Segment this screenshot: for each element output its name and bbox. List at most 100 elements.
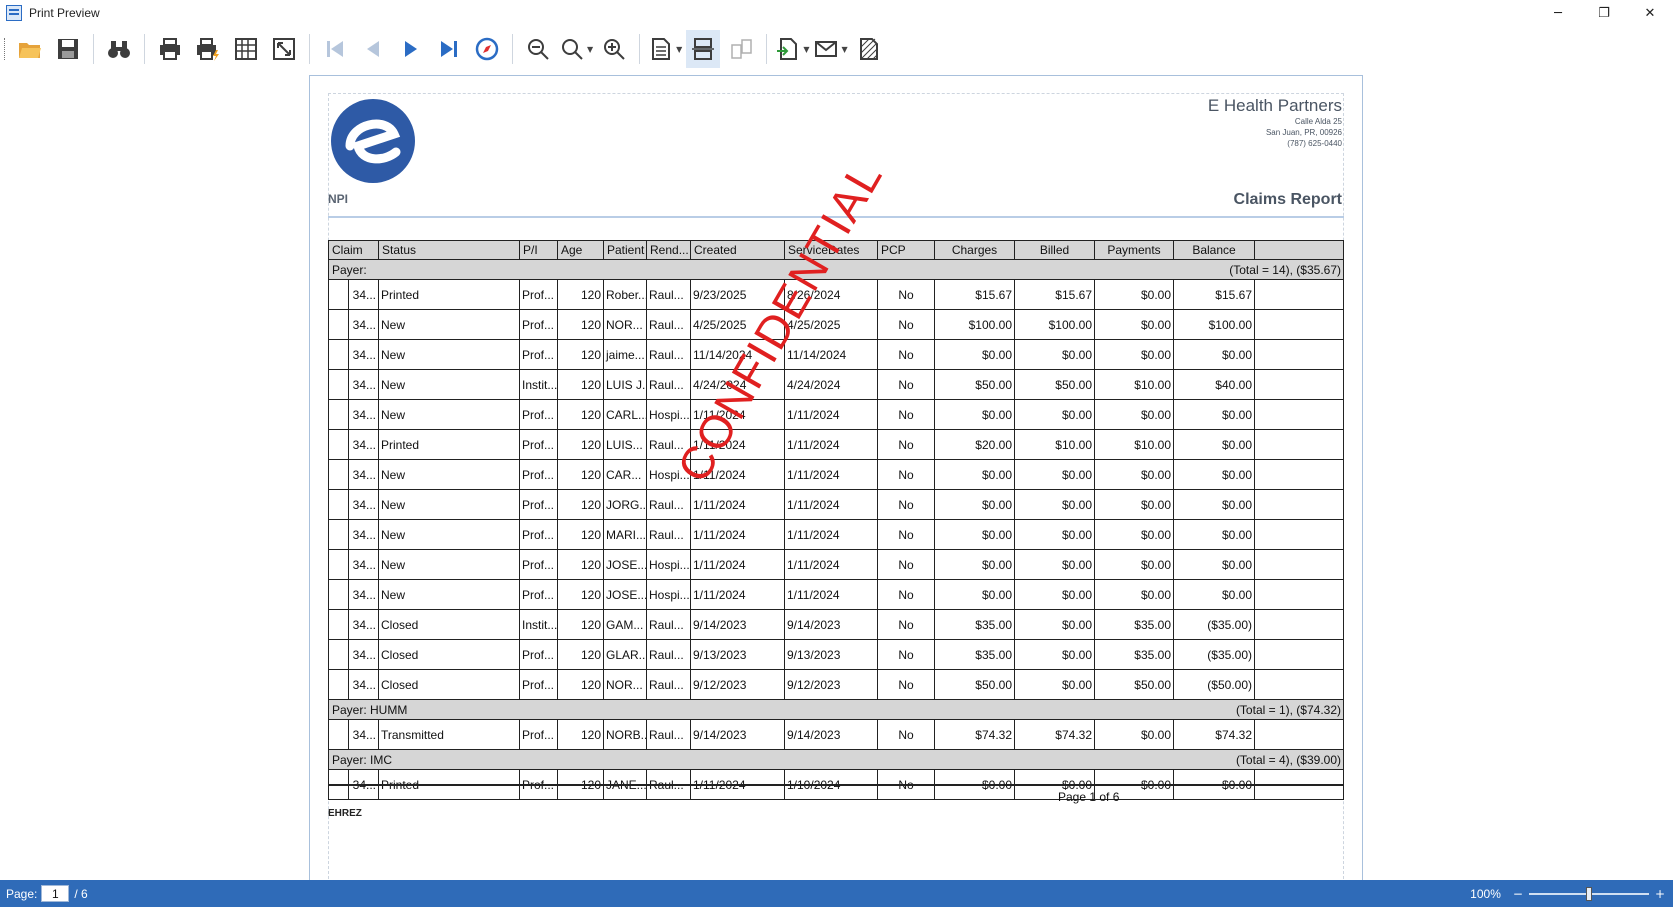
column-header: Patient (604, 241, 647, 259)
preview-viewport[interactable]: NPI E Health Partners Calle Alda 25 San … (0, 72, 1673, 885)
title-bar: Print Preview ─ ❐ ✕ (0, 0, 1673, 26)
multiple-pages-icon (731, 39, 753, 59)
last-page-icon (441, 41, 457, 57)
page-layout-button[interactable]: ▼ (648, 30, 682, 68)
table-cell: $20.00 (935, 430, 1015, 459)
table-cell: Prof... (520, 340, 558, 369)
minimize-button[interactable]: ─ (1535, 0, 1581, 26)
table-cell: $0.00 (1015, 340, 1095, 369)
table-cell: 120 (558, 520, 604, 549)
column-header: Charges (935, 241, 1015, 259)
toolbar-separator (766, 34, 768, 64)
zoom-in-icon[interactable]: + (1655, 887, 1665, 901)
table-cell: $40.00 (1174, 370, 1255, 399)
printer-icon (160, 38, 180, 60)
page-setup-button[interactable] (229, 30, 263, 68)
column-header: Payments (1095, 241, 1174, 259)
table-cell: Prof... (520, 640, 558, 669)
table-cell: CARL... (604, 400, 647, 429)
first-page-button[interactable] (318, 30, 352, 68)
last-page-button[interactable] (432, 30, 466, 68)
scale-button[interactable] (267, 30, 301, 68)
column-header: ServiceDates (785, 241, 878, 259)
table-row: 34... New Prof... 120 CARL... Hospi... 1/11/20… (328, 400, 1344, 430)
open-button[interactable] (13, 30, 47, 68)
previous-page-button[interactable] (356, 30, 390, 68)
table-cell: 9/14/2023 (785, 720, 878, 749)
table-cell: 120 (558, 310, 604, 339)
table-cell: 34... (349, 670, 379, 699)
navigation-button[interactable] (470, 30, 504, 68)
table-row: 34... New Prof... 120 NOR... Raul... 4/25/2025… (328, 310, 1344, 340)
table-row: 34...NewInstit...120LUIS J...Raul...4/24… (328, 370, 1344, 400)
table-cell: New (379, 460, 520, 489)
column-header-spacer (1255, 241, 1285, 259)
zoom-in-button[interactable] (597, 30, 631, 68)
table-cell: 34... (349, 580, 379, 609)
table-cell-spacer (1255, 640, 1285, 669)
table-cell: 1/11/2024 (691, 490, 785, 519)
table-cell: JOSE... (604, 580, 647, 609)
envelope-icon (815, 41, 838, 57)
continuous-view-button[interactable] (686, 30, 721, 68)
table-cell: $35.00 (935, 610, 1015, 639)
page-label: Page: (6, 886, 38, 901)
zoom-slider-thumb[interactable] (1585, 886, 1592, 901)
table-cell: $0.00 (1015, 400, 1095, 429)
row-indent (329, 720, 349, 749)
table-cell: No (878, 520, 935, 549)
watermark-button[interactable] (852, 30, 886, 68)
find-button[interactable] (102, 30, 136, 68)
table-cell-spacer (1255, 310, 1285, 339)
table-cell: 9/23/2025 (691, 280, 785, 309)
table-cell: $10.00 (1015, 430, 1095, 459)
table-cell: $0.00 (1095, 310, 1174, 339)
zoom-out-button[interactable] (521, 30, 555, 68)
row-indent (329, 640, 349, 669)
toolbar-separator (309, 34, 310, 64)
restore-button[interactable]: ❐ (1581, 0, 1627, 26)
table-cell-spacer (1255, 370, 1285, 399)
toolbar-grip[interactable] (4, 38, 7, 60)
multiple-pages-button[interactable] (724, 30, 758, 68)
print-button[interactable] (153, 30, 187, 68)
close-button[interactable]: ✕ (1627, 0, 1673, 26)
table-cell: Closed (379, 610, 520, 639)
toolbar-separator (93, 34, 94, 64)
next-page-button[interactable] (394, 30, 428, 68)
company-phone: (787) 625-0440 (1287, 139, 1342, 148)
footer-divider (328, 784, 1344, 786)
table-cell: No (878, 310, 935, 339)
quick-print-button[interactable] (191, 30, 225, 68)
group-total: (Total = 1), ($74.32) (1235, 702, 1341, 717)
table-cell: Prof... (520, 310, 558, 339)
page-number-input[interactable] (41, 885, 70, 902)
save-button[interactable] (51, 30, 85, 68)
toolbar-separator (512, 34, 513, 64)
table-cell: $0.00 (935, 580, 1015, 609)
table-cell: 120 (558, 720, 604, 749)
table-cell: $74.32 (935, 720, 1015, 749)
toolbar-separator (639, 34, 641, 64)
row-indent (329, 460, 349, 489)
send-email-button[interactable]: ▼ (813, 30, 848, 68)
table-cell: 9/14/2023 (785, 610, 878, 639)
table-cell: Hospi... (647, 460, 691, 489)
table-cell: $0.00 (935, 520, 1015, 549)
zoom-button[interactable]: ▼ (559, 30, 593, 68)
zoom-out-icon[interactable]: − (1513, 887, 1523, 901)
export-button[interactable]: ▼ (775, 30, 809, 68)
table-cell: 120 (558, 670, 604, 699)
table-row: 34... New Prof... 120 CAR... Hospi... 1/11/202… (328, 460, 1344, 490)
column-header: PCP (878, 241, 935, 259)
zoom-slider[interactable] (1528, 886, 1649, 901)
table-cell: jaime... (604, 340, 647, 369)
table-cell: No (878, 610, 935, 639)
table-cell: New (379, 520, 520, 549)
table-cell: 34... (349, 640, 379, 669)
table-cell: No (878, 580, 935, 609)
table-cell: 34... (349, 720, 379, 749)
table-cell: Raul... (647, 610, 691, 639)
table-cell: $100.00 (1174, 310, 1255, 339)
table-cell: No (878, 670, 935, 699)
